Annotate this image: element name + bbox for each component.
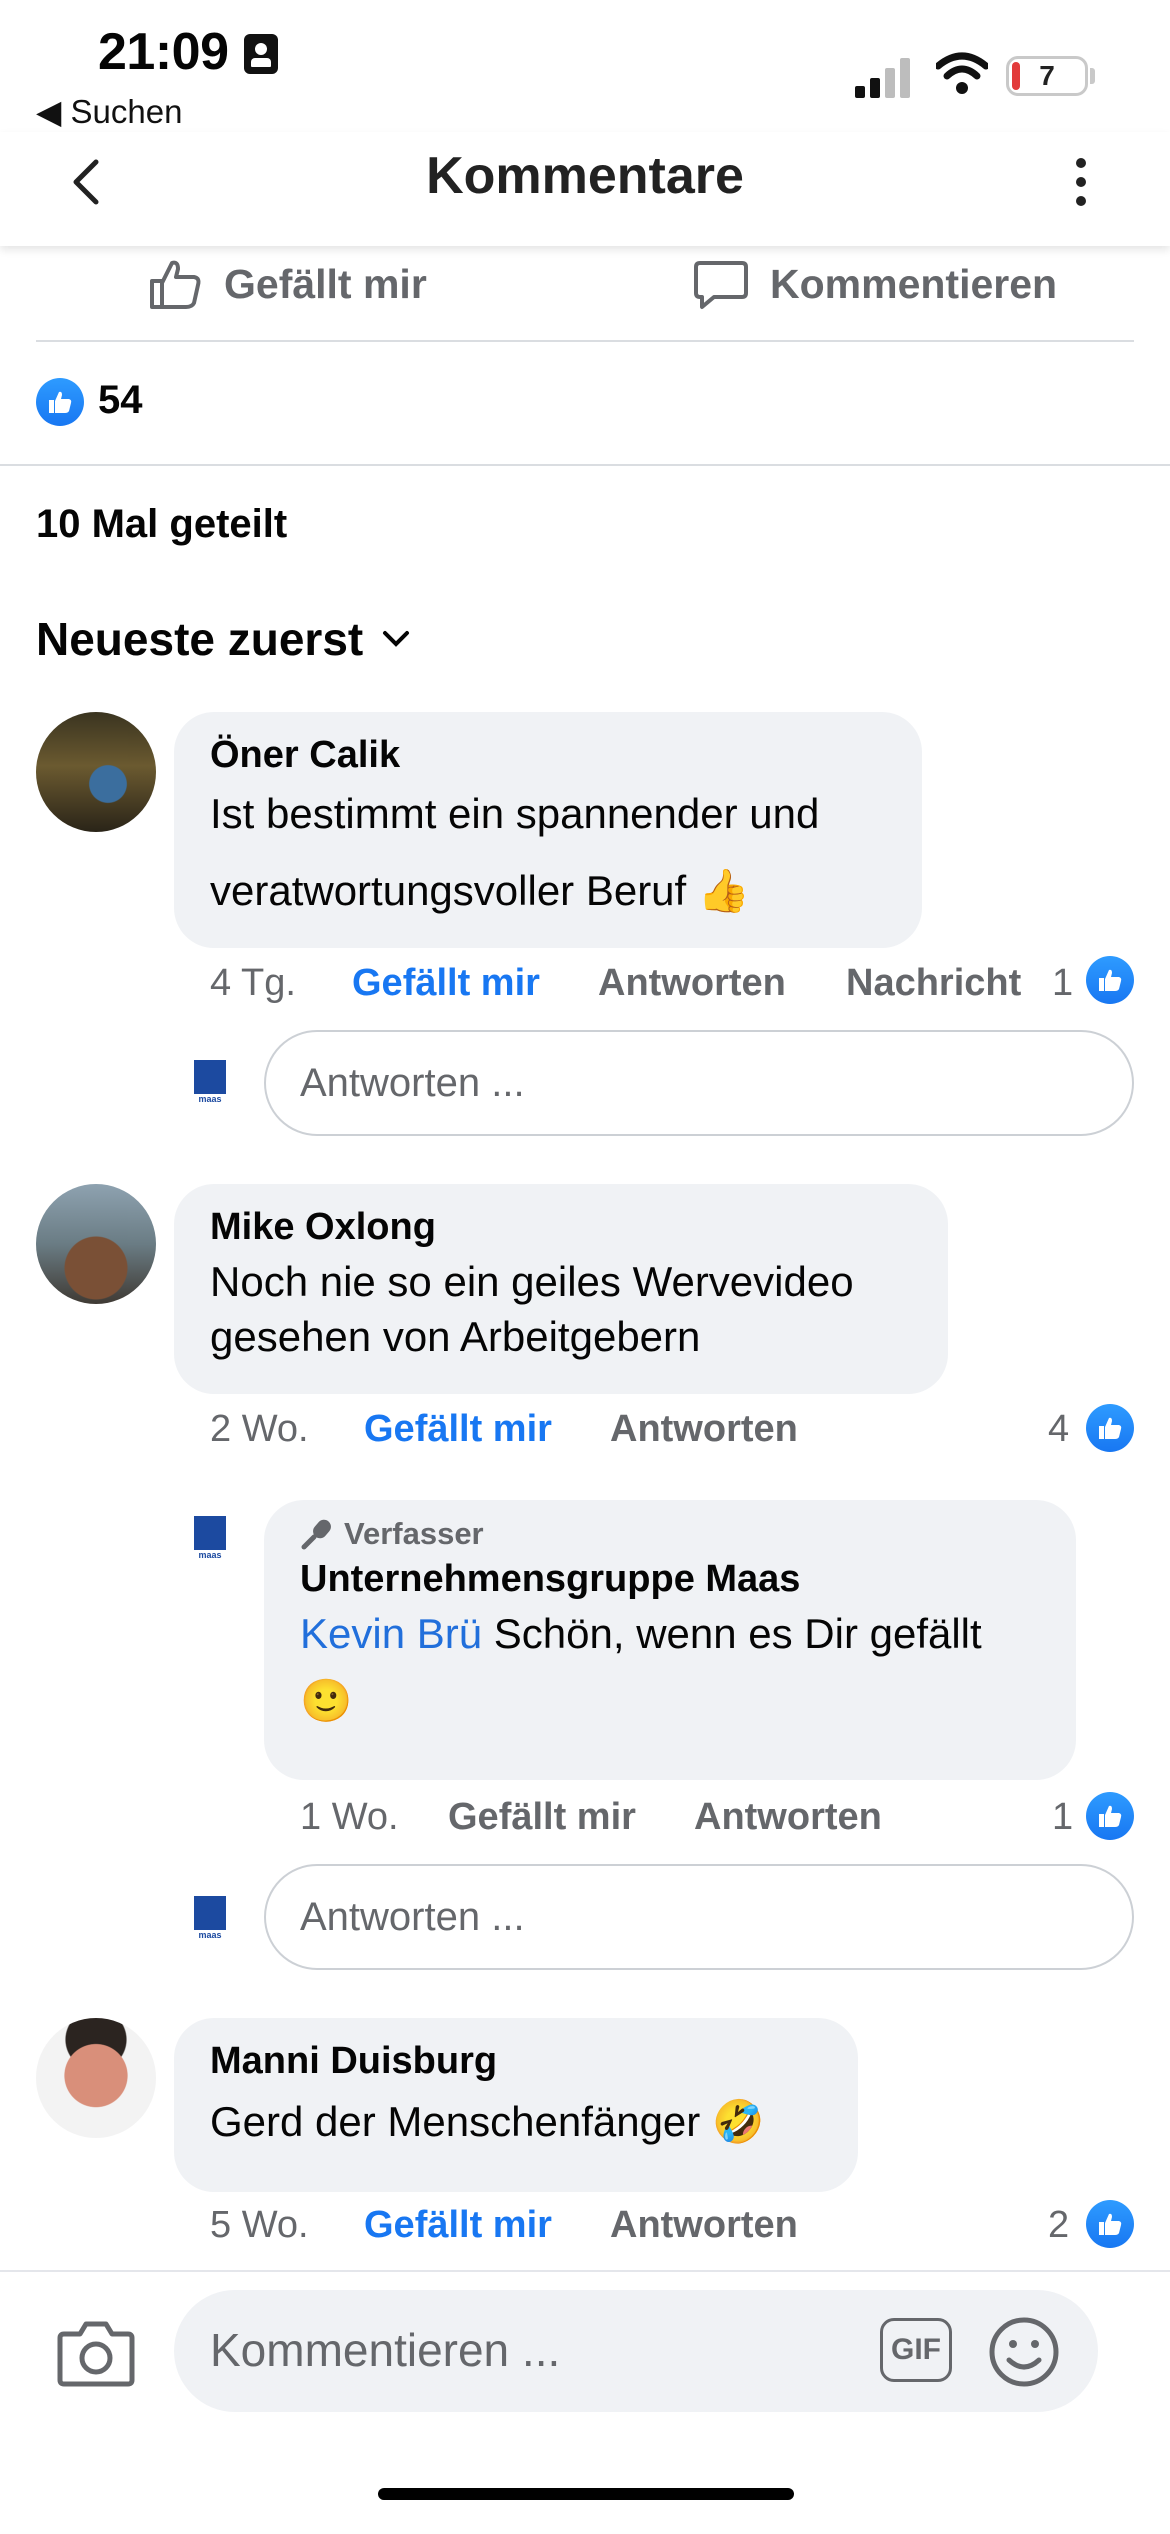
like-reaction-icon[interactable] bbox=[1086, 956, 1134, 1004]
mention-link[interactable]: Kevin Brü bbox=[300, 1610, 482, 1657]
like-post-button[interactable]: Gefällt mir bbox=[146, 252, 427, 316]
like-count[interactable]: 54 bbox=[98, 378, 143, 423]
comment-author[interactable]: Unternehmensgruppe Maas bbox=[300, 1558, 1040, 1601]
comment-text: Kevin Brü Schön, wenn es Dir gefällt bbox=[300, 1607, 1040, 1662]
like-reaction-icon[interactable] bbox=[36, 378, 84, 426]
chevron-down-icon bbox=[383, 631, 410, 647]
comment-message-button[interactable]: Nachricht bbox=[846, 962, 1021, 1005]
emoji-icon[interactable] bbox=[988, 2316, 1060, 2388]
comment-bubble: Mike Oxlong Noch nie so ein geiles Werve… bbox=[174, 1184, 948, 1394]
sort-label: Neueste zuerst bbox=[36, 613, 364, 665]
battery-cap bbox=[1090, 68, 1095, 84]
comment-text: Gerd der Menschenfänger 🤣 bbox=[210, 2098, 765, 2145]
comment-post-button[interactable]: Kommentieren bbox=[692, 252, 1057, 316]
battery-level: 7 bbox=[1039, 60, 1055, 91]
like-reaction-icon[interactable] bbox=[1086, 2200, 1134, 2248]
avatar[interactable] bbox=[36, 712, 156, 832]
reaction-count[interactable]: 1 bbox=[1052, 1796, 1073, 1839]
page-title: Kommentare bbox=[426, 147, 744, 205]
comment-text: veratwortungsvoller Beruf 👍 bbox=[210, 866, 751, 914]
like-reaction-icon[interactable] bbox=[1086, 1792, 1134, 1840]
like-post-label: Gefällt mir bbox=[224, 260, 427, 307]
author-badge: Verfasser bbox=[300, 1516, 1040, 1552]
reaction-count[interactable]: 4 bbox=[1048, 1408, 1069, 1451]
comment-input-placeholder: Kommentieren ... bbox=[210, 2324, 561, 2376]
comment-like-button[interactable]: Gefällt mir bbox=[448, 1796, 636, 1839]
reaction-count[interactable]: 2 bbox=[1048, 2204, 1069, 2247]
comment-author[interactable]: Mike Oxlong bbox=[210, 1206, 912, 1249]
camera-icon[interactable] bbox=[56, 2316, 136, 2388]
comment-time: 2 Wo. bbox=[210, 1408, 309, 1450]
comment-reply-button[interactable]: Antworten bbox=[610, 1408, 798, 1451]
microphone-icon bbox=[301, 1519, 331, 1550]
contact-card-icon bbox=[244, 34, 278, 74]
comment-icon bbox=[694, 261, 748, 309]
back-to-app-link[interactable]: ◀ Suchen bbox=[36, 92, 182, 131]
maas-logo-avatar bbox=[194, 1896, 226, 1940]
comment-reply-button[interactable]: Antworten bbox=[598, 962, 786, 1005]
comment-text: gesehen von Arbeitgebern bbox=[210, 1312, 701, 1360]
wifi-icon bbox=[936, 52, 988, 94]
comment-bubble: Öner Calik Ist bestimmt ein spannender u… bbox=[174, 712, 922, 948]
sort-dropdown[interactable]: Neueste zuerst bbox=[36, 612, 411, 666]
comment-emoji: 🙂 bbox=[300, 1676, 353, 1724]
comment-like-button[interactable]: Gefällt mir bbox=[364, 2204, 552, 2247]
like-reaction-icon[interactable] bbox=[1086, 1404, 1134, 1452]
comment-time: 5 Wo. bbox=[210, 2204, 309, 2246]
avatar[interactable] bbox=[36, 1184, 156, 1304]
comment-like-button[interactable]: Gefällt mir bbox=[352, 962, 540, 1005]
comment-text: Ist bestimmt ein spannender und bbox=[210, 790, 820, 837]
thumbs-up-icon bbox=[150, 260, 201, 309]
comment-post-label: Kommentieren bbox=[770, 260, 1058, 307]
comment-reply-button[interactable]: Antworten bbox=[694, 1796, 882, 1839]
divider bbox=[36, 340, 1134, 342]
reply-input[interactable]: Antworten ... bbox=[264, 1030, 1134, 1136]
maas-logo-avatar bbox=[194, 1060, 226, 1104]
comment-author[interactable]: Öner Calik bbox=[210, 734, 886, 777]
maas-logo-avatar bbox=[194, 1516, 226, 1560]
gif-button[interactable]: GIF bbox=[880, 2318, 952, 2382]
status-time: 21:09 bbox=[98, 23, 229, 81]
comment-author[interactable]: Manni Duisburg bbox=[210, 2040, 822, 2083]
divider bbox=[0, 464, 1170, 466]
comment-time: 4 Tg. bbox=[210, 962, 296, 1004]
comment-text: Noch nie so ein geiles Wervevideo bbox=[210, 1258, 854, 1305]
reaction-count[interactable]: 1 bbox=[1052, 962, 1073, 1005]
comment-like-button[interactable]: Gefällt mir bbox=[364, 1408, 552, 1451]
cellular-signal-icon bbox=[855, 56, 915, 98]
battery-icon: 7 bbox=[1006, 56, 1088, 96]
avatar[interactable] bbox=[36, 2018, 156, 2138]
comment-time: 1 Wo. bbox=[300, 1796, 399, 1838]
share-count[interactable]: 10 Mal geteilt bbox=[36, 502, 287, 547]
reply-input[interactable]: Antworten ... bbox=[264, 1864, 1134, 1970]
comment-bubble: Manni Duisburg Gerd der Menschenfänger 🤣 bbox=[174, 2018, 858, 2192]
reply-bubble: Verfasser Unternehmensgruppe Maas Kevin … bbox=[264, 1500, 1076, 1780]
author-badge-label: Verfasser bbox=[344, 1516, 484, 1551]
comment-reply-button[interactable]: Antworten bbox=[610, 2204, 798, 2247]
more-options-icon[interactable] bbox=[1060, 150, 1100, 214]
comment-text-rest: Schön, wenn es Dir gefällt bbox=[482, 1610, 982, 1657]
home-indicator bbox=[378, 2488, 794, 2500]
